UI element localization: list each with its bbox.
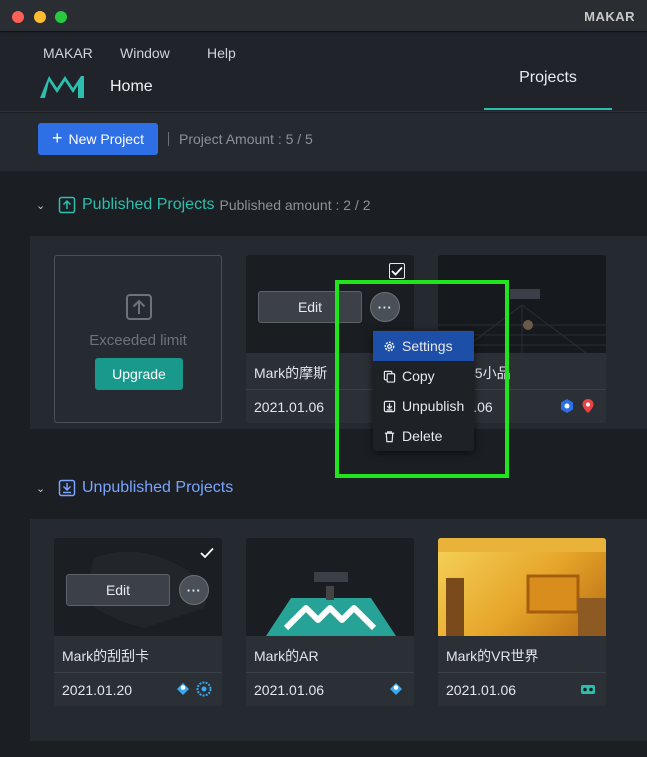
project-card[interactable]: Mark的AR 2021.01.06 xyxy=(246,538,414,706)
menu-item-label: Copy xyxy=(402,368,435,384)
project-name: Mark的刮刮卡 xyxy=(62,648,150,664)
plus-icon: + xyxy=(52,128,63,148)
menu-item-label: Delete xyxy=(402,428,443,444)
checkbox-checked-icon[interactable] xyxy=(389,263,405,279)
menu-window[interactable]: Window xyxy=(120,45,170,61)
menu-help[interactable]: Help xyxy=(207,45,236,61)
publish-icon xyxy=(126,294,152,320)
project-name: Mark的摩斯 xyxy=(254,365,328,381)
ar-cube-icon xyxy=(561,399,573,413)
project-amount: Project Amount : 5 / 5 xyxy=(179,131,313,147)
projects-toolbar: + New Project Project Amount : 5 / 5 xyxy=(0,113,647,171)
more-options-button[interactable]: ··· xyxy=(179,575,209,605)
project-date: 2021.01.06 xyxy=(446,682,517,698)
menu-item-delete[interactable]: Delete xyxy=(373,421,474,451)
menu-item-unpublish[interactable]: Unpublish xyxy=(373,391,474,421)
unpublished-title: Unpublished Projects xyxy=(82,479,234,496)
vr-headset-icon xyxy=(581,685,595,694)
tab-projects[interactable]: Projects xyxy=(484,69,612,87)
publish-icon xyxy=(58,196,76,214)
window-title: MAKAR xyxy=(584,9,635,24)
minimize-window-button[interactable] xyxy=(34,11,46,23)
divider xyxy=(438,672,606,673)
menu-item-copy[interactable]: Copy xyxy=(373,361,474,391)
trash-icon xyxy=(384,430,395,442)
project-date: 2021.01.06 xyxy=(254,399,325,415)
new-project-button[interactable]: + New Project xyxy=(38,123,158,155)
scan-icon xyxy=(177,683,189,695)
divider xyxy=(54,672,222,673)
makar-logo-icon xyxy=(40,76,84,98)
copy-icon xyxy=(383,370,396,383)
more-options-button[interactable]: ··· xyxy=(370,292,400,322)
checkmark-icon[interactable] xyxy=(200,546,214,560)
published-title: Published Projects xyxy=(82,196,215,213)
upgrade-button[interactable]: Upgrade xyxy=(95,358,183,390)
unpublished-section-header[interactable]: ⌄ Unpublished Projects xyxy=(36,476,233,500)
scan-icon xyxy=(390,683,402,695)
chevron-down-icon[interactable]: ⌄ xyxy=(36,199,54,212)
close-window-button[interactable] xyxy=(12,11,24,23)
project-date: 2021.01.06 xyxy=(254,682,325,698)
project-thumbnail xyxy=(246,538,414,636)
project-date: 2021.01.20 xyxy=(62,682,133,698)
project-name: Mark的AR xyxy=(254,648,319,664)
menu-makar[interactable]: MAKAR xyxy=(43,45,93,61)
project-card[interactable]: Mark的VR世界 2021.01.06 xyxy=(438,538,606,706)
edit-button[interactable]: Edit xyxy=(258,291,362,323)
unpublish-icon xyxy=(383,400,396,412)
tab-active-indicator xyxy=(484,108,612,110)
chevron-down-icon[interactable]: ⌄ xyxy=(36,482,54,495)
new-project-label: New Project xyxy=(68,131,144,147)
unpublish-icon xyxy=(58,479,76,497)
menu-item-label: Settings xyxy=(402,338,453,354)
divider xyxy=(246,672,414,673)
project-name: Mark的VR世界 xyxy=(446,648,539,664)
app-header: MAKAR Window Help Home Projects xyxy=(0,33,647,112)
location-pin-icon xyxy=(582,399,594,413)
window-titlebar: MAKAR xyxy=(0,0,647,32)
exceeded-limit-card: Exceeded limit Upgrade xyxy=(54,255,222,423)
home-label[interactable]: Home xyxy=(110,78,153,96)
project-thumbnail xyxy=(438,538,606,636)
menu-item-settings[interactable]: Settings xyxy=(373,331,474,361)
project-context-menu: Settings Copy Unpublish Delete xyxy=(373,330,474,451)
published-amount: Published amount : 2 / 2 xyxy=(219,197,371,213)
menu-item-label: Unpublish xyxy=(402,398,465,414)
edit-button[interactable]: Edit xyxy=(66,574,170,606)
ar-cube-icon xyxy=(196,681,212,697)
divider xyxy=(168,132,169,146)
published-section-header[interactable]: ⌄ Published Projects Published amount : … xyxy=(36,193,371,217)
maximize-window-button[interactable] xyxy=(55,11,67,23)
project-card[interactable]: Edit ··· Mark的刮刮卡 2021.01.20 xyxy=(54,538,222,706)
gear-icon xyxy=(384,341,395,351)
exceeded-limit-text: Exceeded limit xyxy=(89,332,187,349)
